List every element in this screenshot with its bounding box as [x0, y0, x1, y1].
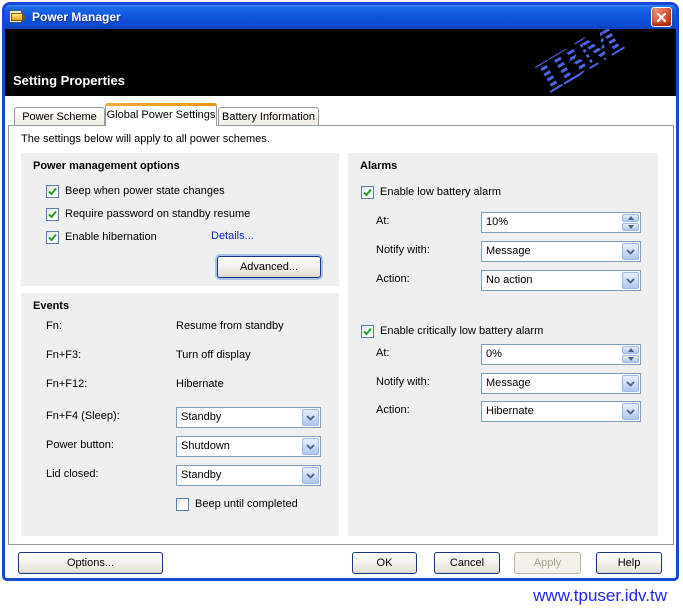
spin-down-icon[interactable]: [622, 355, 639, 363]
chevron-down-icon[interactable]: [622, 375, 639, 392]
enable-low-battery-alarm-checkbox[interactable]: [361, 186, 374, 199]
cancel-button[interactable]: Cancel: [434, 552, 500, 574]
fn-f4-sleep-select[interactable]: Standby: [176, 407, 321, 428]
watermark-text: www.tpuser.idv.tw: [533, 586, 667, 606]
intro-text: The settings below will apply to all pow…: [21, 133, 270, 145]
selected-value: Shutdown: [181, 440, 230, 452]
help-button[interactable]: Help: [596, 552, 662, 574]
beep-until-completed-checkbox[interactable]: [176, 498, 189, 511]
enable-critical-battery-alarm-checkbox[interactable]: [361, 325, 374, 338]
chevron-down-icon[interactable]: [302, 409, 319, 426]
titlebar[interactable]: Power Manager: [5, 5, 676, 29]
event-value: Hibernate: [176, 378, 224, 390]
spin-up-icon[interactable]: [622, 346, 639, 354]
event-label: Fn:: [46, 320, 62, 332]
events-panel: Events Fn: Resume from standby Fn+F3: Tu…: [21, 293, 339, 536]
selected-value: Standby: [181, 411, 221, 423]
chevron-down-icon[interactable]: [622, 243, 639, 260]
power-management-options-panel: Power management options Beep when power…: [21, 153, 339, 286]
panel-heading: Power management options: [33, 160, 180, 172]
enable-hibernation-checkbox[interactable]: [46, 231, 59, 244]
spin-value: 0%: [486, 348, 502, 360]
event-label: Fn+F4 (Sleep):: [46, 410, 120, 422]
panel-heading: Events: [33, 300, 69, 312]
tab-content-pane: The settings below will apply to all pow…: [8, 125, 674, 545]
checkbox-label: Require password on standby resume: [65, 208, 250, 220]
ok-button[interactable]: OK: [352, 552, 417, 574]
banner-title: Setting Properties: [13, 73, 125, 88]
power-button-select[interactable]: Shutdown: [176, 436, 321, 457]
selected-value: Message: [486, 245, 531, 257]
selected-value: No action: [486, 274, 532, 286]
event-value: Resume from standby: [176, 320, 284, 332]
advanced-button[interactable]: Advanced...: [217, 256, 321, 278]
low-alarm-at-input[interactable]: 10%: [481, 212, 641, 233]
page: Power Manager Setting Properties IBM Pow…: [0, 0, 683, 610]
low-alarm-action-select[interactable]: No action: [481, 270, 641, 291]
beep-until-completed-row: Beep until completed: [176, 496, 298, 512]
selected-value: Standby: [181, 469, 221, 481]
require-password-checkbox[interactable]: [46, 208, 59, 221]
at-label: At:: [376, 347, 389, 359]
checkbox-label: Beep until completed: [195, 498, 298, 510]
spin-down-icon[interactable]: [622, 223, 639, 231]
details-link[interactable]: Details...: [211, 230, 254, 242]
checkbox-label: Enable critically low battery alarm: [380, 325, 543, 337]
tab-label: Power Scheme: [22, 111, 97, 123]
action-label: Action:: [376, 273, 410, 285]
tab-power-scheme[interactable]: Power Scheme: [14, 107, 105, 125]
options-button[interactable]: Options...: [18, 552, 163, 574]
beep-power-state-row: Beep when power state changes: [46, 183, 225, 199]
checkbox-label: Enable low battery alarm: [380, 186, 501, 198]
battery-app-icon: [9, 10, 26, 24]
chevron-down-icon[interactable]: [302, 438, 319, 455]
banner: Setting Properties IBM: [5, 29, 676, 96]
event-label: Lid closed:: [46, 468, 99, 480]
tab-label: Global Power Settings: [107, 109, 216, 121]
chevron-down-icon[interactable]: [622, 403, 639, 420]
event-label: Fn+F3:: [46, 349, 81, 361]
chevron-down-icon[interactable]: [622, 272, 639, 289]
lid-closed-select[interactable]: Standby: [176, 465, 321, 486]
event-label: Power button:: [46, 439, 114, 451]
ibm-logo: IBM: [530, 29, 630, 96]
spinner-buttons: [622, 346, 639, 363]
spin-value: 10%: [486, 216, 508, 228]
low-alarm-notify-select[interactable]: Message: [481, 241, 641, 262]
critical-alarm-notify-select[interactable]: Message: [481, 373, 641, 394]
alarms-panel: Alarms Enable low battery alarm At: 10% …: [348, 153, 658, 536]
window-title: Power Manager: [32, 10, 121, 24]
tab-global-power-settings[interactable]: Global Power Settings: [105, 103, 217, 126]
event-label: Fn+F12:: [46, 378, 87, 390]
selected-value: Message: [486, 377, 531, 389]
spinner-buttons: [622, 214, 639, 231]
checkbox-label: Enable hibernation: [65, 231, 157, 243]
critical-battery-alarm-row: Enable critically low battery alarm: [361, 323, 543, 339]
notify-with-label: Notify with:: [376, 376, 430, 388]
beep-power-state-checkbox[interactable]: [46, 185, 59, 198]
selected-value: Hibernate: [486, 405, 534, 417]
action-label: Action:: [376, 404, 410, 416]
chevron-down-icon[interactable]: [302, 467, 319, 484]
event-value: Turn off display: [176, 349, 251, 361]
low-battery-alarm-row: Enable low battery alarm: [361, 184, 501, 200]
active-tab-accent: [105, 103, 217, 106]
notify-with-label: Notify with:: [376, 244, 430, 256]
power-manager-window: Power Manager Setting Properties IBM Pow…: [2, 2, 679, 581]
at-label: At:: [376, 215, 389, 227]
require-password-row: Require password on standby resume: [46, 206, 250, 222]
tab-battery-information[interactable]: Battery Information: [218, 107, 319, 125]
tab-label: Battery Information: [222, 111, 315, 123]
close-icon[interactable]: [651, 7, 672, 27]
critical-alarm-action-select[interactable]: Hibernate: [481, 401, 641, 422]
spin-up-icon[interactable]: [622, 214, 639, 222]
critical-alarm-at-input[interactable]: 0%: [481, 344, 641, 365]
checkbox-label: Beep when power state changes: [65, 185, 225, 197]
apply-button: Apply: [514, 552, 581, 574]
panel-heading: Alarms: [360, 160, 397, 172]
enable-hibernation-row: Enable hibernation: [46, 229, 157, 245]
